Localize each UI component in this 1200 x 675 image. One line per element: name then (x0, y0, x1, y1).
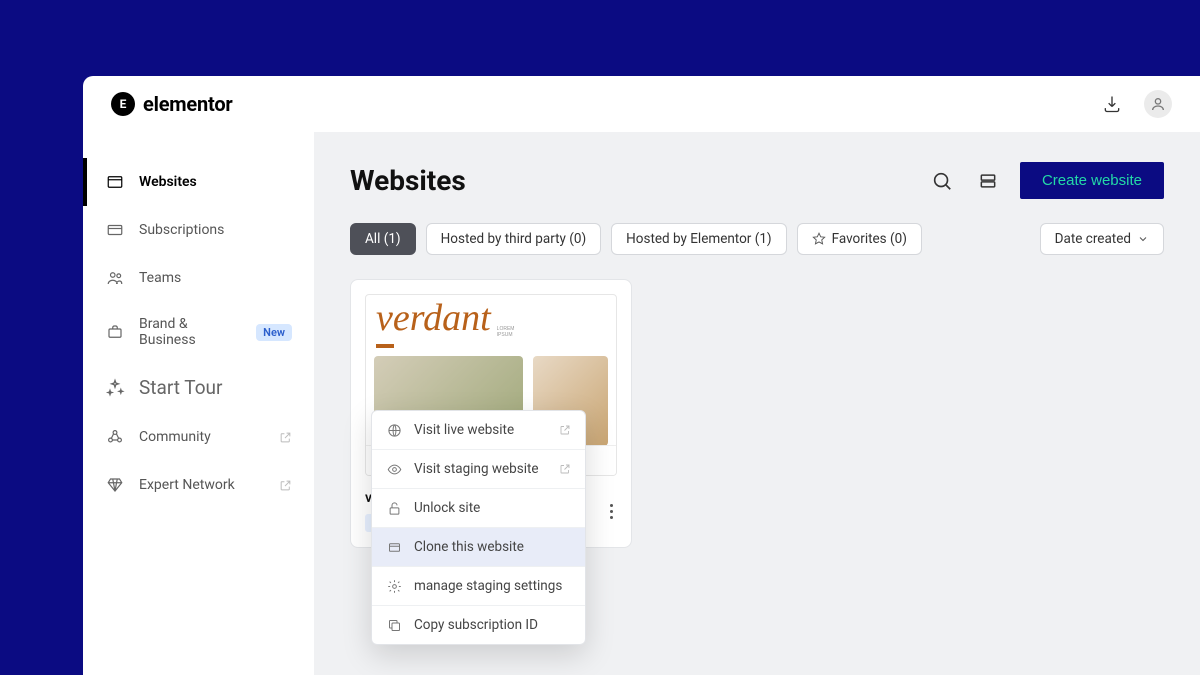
website-card[interactable]: verdant LOREMIPSUM verd (350, 279, 632, 548)
sidebar-item-expert[interactable]: Expert Network (83, 461, 314, 509)
card-menu-button[interactable] (606, 500, 617, 523)
sidebar-item-brand[interactable]: Brand & Business New (83, 302, 314, 362)
start-tour-label: Start Tour (139, 376, 222, 399)
users-icon (105, 268, 125, 288)
external-link-icon (279, 479, 292, 492)
menu-visit-staging[interactable]: Visit staging website (372, 450, 585, 489)
thumb-accent (376, 344, 394, 348)
sidebar-item-label: Brand & Business (139, 316, 242, 348)
filter-label: Favorites (0) (832, 231, 907, 247)
menu-label: Unlock site (414, 500, 480, 516)
copy-icon (386, 617, 402, 633)
main-header: Websites Create website (350, 162, 1164, 199)
menu-visit-live[interactable]: Visit live website (372, 411, 585, 450)
page-title: Websites (350, 164, 466, 197)
sidebar-item-label: Expert Network (139, 477, 235, 493)
search-icon[interactable] (928, 167, 956, 195)
star-icon (812, 232, 826, 246)
brand-name: elementor (143, 92, 233, 116)
menu-copy-sub[interactable]: Copy subscription ID (372, 606, 585, 644)
external-link-icon (559, 424, 571, 436)
card-dropdown-menu: Visit live website Visit staging website (371, 410, 586, 645)
thumb-title: verdant LOREMIPSUM (366, 295, 616, 338)
sidebar: Websites Subscriptions Teams Brand & Bus… (83, 132, 314, 675)
eye-icon (386, 461, 402, 477)
filters: All (1) Hosted by third party (0) Hosted… (350, 223, 1164, 255)
sidebar-item-teams[interactable]: Teams (83, 254, 314, 302)
briefcase-icon (105, 322, 125, 342)
card-icon (105, 220, 125, 240)
download-icon[interactable] (1098, 90, 1126, 118)
list-view-icon[interactable] (974, 167, 1002, 195)
menu-unlock[interactable]: Unlock site (372, 489, 585, 528)
app-window: E elementor Websites Su (83, 76, 1200, 675)
window-icon (386, 539, 402, 555)
sidebar-item-label: Websites (139, 174, 197, 190)
sidebar-item-label: Subscriptions (139, 222, 224, 238)
menu-label: Visit live website (414, 422, 514, 438)
user-avatar-icon[interactable] (1144, 90, 1172, 118)
start-tour[interactable]: Start Tour (83, 362, 314, 413)
unlock-icon (386, 500, 402, 516)
filter-third-party[interactable]: Hosted by third party (0) (426, 223, 602, 255)
menu-staging-settings[interactable]: manage staging settings (372, 567, 585, 606)
sidebar-item-label: Community (139, 429, 211, 445)
new-badge: New (256, 324, 292, 341)
community-icon (105, 427, 125, 447)
topbar-actions (1098, 90, 1172, 118)
sort-dropdown[interactable]: Date created (1040, 223, 1164, 255)
menu-clone[interactable]: Clone this website (372, 528, 585, 567)
header-actions: Create website (928, 162, 1164, 199)
sidebar-item-subscriptions[interactable]: Subscriptions (83, 206, 314, 254)
body: Websites Subscriptions Teams Brand & Bus… (83, 132, 1200, 675)
menu-label: manage staging settings (414, 578, 562, 594)
diamond-icon (105, 475, 125, 495)
brand: E elementor (111, 92, 233, 116)
window-icon (105, 172, 125, 192)
sidebar-item-community[interactable]: Community (83, 413, 314, 461)
chevron-down-icon (1137, 233, 1149, 245)
menu-label: Copy subscription ID (414, 617, 538, 633)
sparkle-icon (105, 378, 125, 398)
gear-icon (386, 578, 402, 594)
filter-elementor[interactable]: Hosted by Elementor (1) (611, 223, 786, 255)
sort-label: Date created (1055, 231, 1131, 247)
sidebar-item-label: Teams (139, 270, 181, 286)
brand-logo-icon: E (111, 92, 135, 116)
globe-icon (386, 422, 402, 438)
menu-label: Visit staging website (414, 461, 539, 477)
main-content: Websites Create website All (1) Hosted b… (314, 132, 1200, 675)
external-link-icon (559, 463, 571, 475)
external-link-icon (279, 431, 292, 444)
topbar: E elementor (83, 76, 1200, 132)
create-website-button[interactable]: Create website (1020, 162, 1164, 199)
filter-favorites[interactable]: Favorites (0) (797, 223, 922, 255)
menu-label: Clone this website (414, 539, 524, 555)
sidebar-item-websites[interactable]: Websites (83, 158, 314, 206)
filter-all[interactable]: All (1) (350, 223, 416, 255)
